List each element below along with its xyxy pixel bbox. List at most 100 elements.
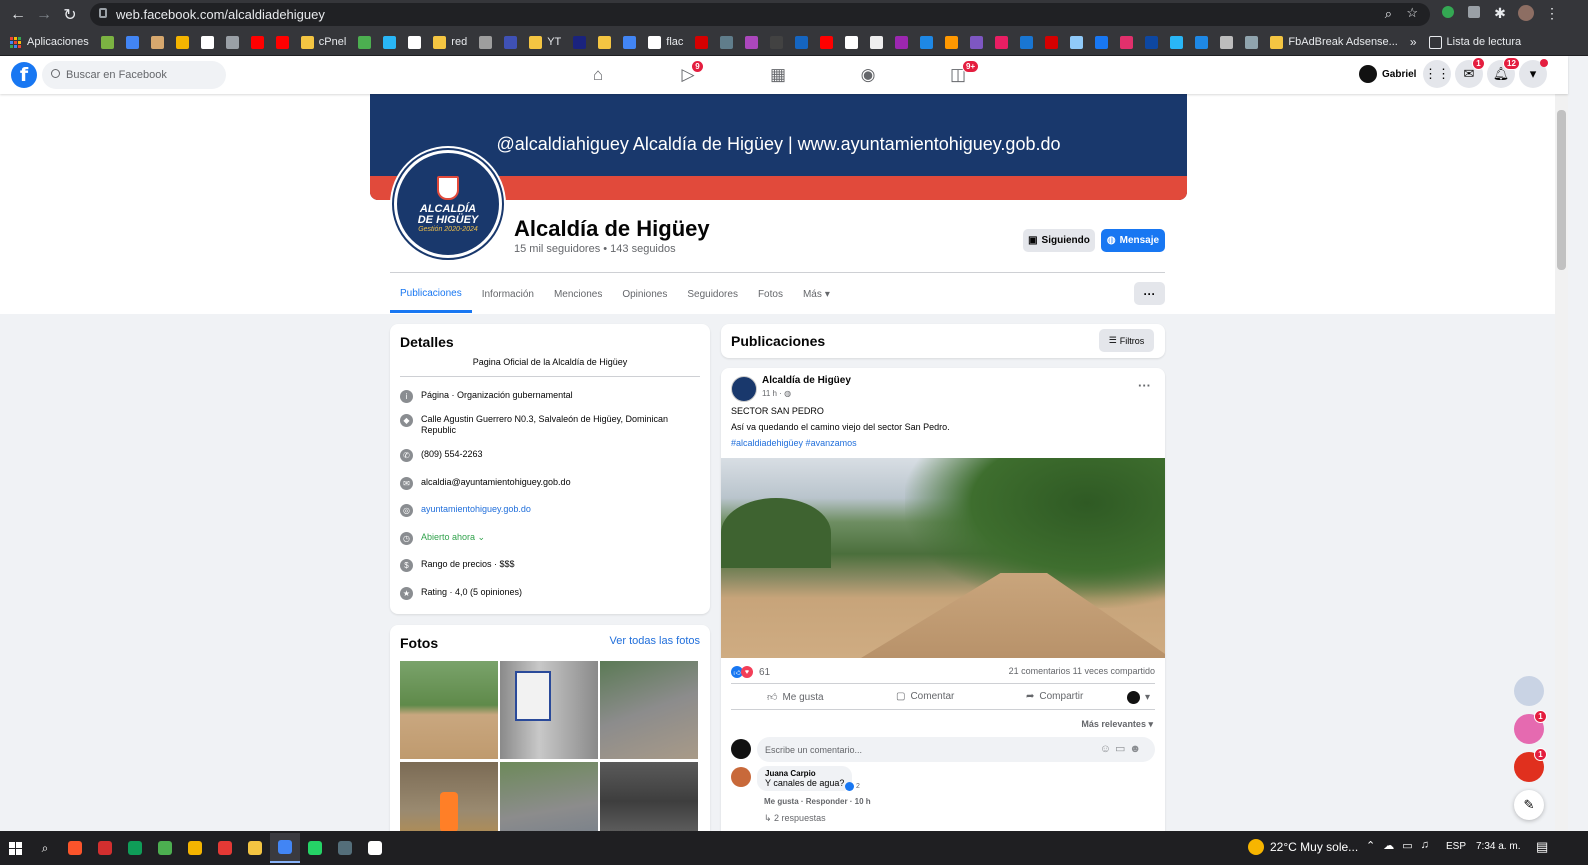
post-author[interactable]: Alcaldía de Higüey (762, 375, 851, 386)
bookmark-item[interactable] (150, 35, 164, 49)
bookmark-item[interactable] (598, 35, 612, 49)
view-replies-link[interactable]: ↳ 2 respuestas (764, 813, 826, 824)
windows-start-icon[interactable] (0, 833, 30, 863)
details-row[interactable]: ◷ Abierto ahora ⌄ (400, 532, 690, 545)
watch-nav-icon[interactable]: ▷ 9 (658, 60, 718, 90)
language-indicator[interactable]: ESP (1446, 841, 1466, 852)
bookmark-item[interactable] (1120, 35, 1134, 49)
post-options-icon[interactable]: ··· (1138, 378, 1151, 393)
chat-head-contact[interactable] (1514, 676, 1544, 706)
facebook-search-input[interactable]: Buscar en Facebook (42, 61, 226, 89)
message-button[interactable]: ◍ Mensaje (1101, 229, 1165, 252)
bookmark-item[interactable] (200, 35, 214, 49)
extension-code-icon[interactable] (1462, 5, 1486, 24)
app-icon[interactable] (150, 833, 180, 863)
marketplace-nav-icon[interactable]: ▦ (748, 60, 808, 90)
messenger-icon[interactable]: ✉ 1 (1455, 57, 1485, 88)
filters-button[interactable]: ☰ Filtros (1099, 329, 1154, 352)
tab-fotos[interactable]: Fotos (748, 276, 793, 313)
bookmark-item[interactable] (895, 35, 909, 49)
bookmark-item[interactable] (770, 35, 784, 49)
bookmark-item[interactable] (623, 35, 637, 49)
tab-seguidores[interactable]: Seguidores (677, 276, 748, 313)
system-tray[interactable]: ⌃ ☁ ▭ ♫ (1366, 839, 1429, 852)
more-options-button[interactable]: ··· (1134, 282, 1165, 305)
edge-icon[interactable] (120, 833, 150, 863)
bookmark-item[interactable] (1170, 35, 1184, 49)
chrome-icon[interactable] (270, 833, 300, 863)
file-explorer-icon[interactable] (240, 833, 270, 863)
bookmark-item[interactable] (1095, 35, 1109, 49)
post-hashtags[interactable]: #alcaldiadehigüey #avanzamos (731, 438, 857, 448)
comment-tools-icons[interactable]: ☺▭☻ (1100, 742, 1145, 755)
bookmark-item[interactable] (845, 35, 859, 49)
menu-grid-icon[interactable]: ⋮⋮ (1423, 60, 1451, 88)
tab-mas[interactable]: Más ▾ (793, 276, 840, 313)
bookmark-item[interactable] (870, 35, 884, 49)
bookmark-item[interactable] (1020, 35, 1034, 49)
new-message-icon[interactable]: ✎ (1514, 790, 1544, 820)
avatar[interactable] (731, 767, 751, 787)
comment-button[interactable]: ▢ Comentar (896, 691, 954, 702)
notifications-bell-icon[interactable]: 🔔︎ 12 (1487, 57, 1520, 88)
bookmark-item[interactable] (945, 35, 959, 49)
extensions-puzzle-icon[interactable]: ✱ (1488, 5, 1512, 24)
comment-actions[interactable]: Me gusta · Responder · 10 h (764, 797, 871, 806)
bookmark-item[interactable] (1070, 35, 1084, 49)
back-icon[interactable]: ← (5, 2, 31, 28)
page-avatar[interactable]: ALCALDÍA DE HIGÜEY Gestión 2020-2024 (392, 148, 504, 260)
bookmark-item[interactable] (1245, 35, 1259, 49)
reading-list[interactable]: Lista de lectura (1428, 35, 1521, 49)
app-icon[interactable] (330, 833, 360, 863)
chat-head-contact[interactable]: 1 (1514, 710, 1547, 744)
see-all-photos-link[interactable]: Ver todas las fotos (610, 635, 701, 647)
clock[interactable]: 7:34 a. m. (1476, 841, 1520, 852)
forward-icon[interactable]: → (31, 2, 57, 28)
photo-thumbnail[interactable] (500, 661, 598, 759)
bookmark-item[interactable] (175, 35, 189, 49)
bookmark-item[interactable] (358, 35, 372, 49)
post-as-selector[interactable]: ▾ (1127, 691, 1150, 704)
post-time[interactable]: 11 h · ◍ (762, 389, 791, 398)
chat-head-contact[interactable]: 1 (1514, 748, 1547, 782)
whatsapp-icon[interactable] (300, 833, 330, 863)
bookmark-item[interactable] (383, 35, 397, 49)
search-icon[interactable]: ⌕ (30, 833, 60, 863)
facebook-logo-icon[interactable]: f (11, 62, 37, 88)
share-button[interactable]: ➦ Compartir (1026, 691, 1083, 702)
bookmark-item[interactable] (820, 35, 834, 49)
post-photo[interactable] (721, 458, 1165, 658)
bookmark-item[interactable]: red (433, 35, 467, 49)
bookmark-item[interactable] (225, 35, 239, 49)
photo-thumbnail[interactable] (400, 661, 498, 759)
comments-shares-count[interactable]: 21 comentarios 11 veces compartido (1009, 666, 1155, 676)
tab-menciones[interactable]: Menciones (544, 276, 612, 313)
comment-sort[interactable]: Más relevantes ▾ (1081, 719, 1153, 730)
bookmark-item[interactable] (1220, 35, 1234, 49)
bookmark-item[interactable] (100, 35, 114, 49)
bookmark-item[interactable] (573, 35, 587, 49)
bookmarks-overflow-icon[interactable]: » (1410, 35, 1417, 49)
tab-opiniones[interactable]: Opiniones (612, 276, 677, 313)
photo-thumbnail[interactable] (600, 661, 698, 759)
bookmark-item[interactable] (1145, 35, 1159, 49)
bookmark-item[interactable] (745, 35, 759, 49)
media-icon[interactable] (210, 833, 240, 863)
brave-icon[interactable] (60, 833, 90, 863)
bookmark-apps[interactable]: Aplicaciones (10, 36, 89, 48)
comment-author[interactable]: Juana Carpio (765, 769, 844, 778)
app-icon[interactable] (90, 833, 120, 863)
comment-likes[interactable]: 2 (845, 782, 860, 791)
tab-publicaciones[interactable]: Publicaciones (390, 276, 472, 313)
like-button[interactable]: 👍︎ Me gusta (767, 691, 824, 704)
bookmark-item[interactable] (920, 35, 934, 49)
bookmark-item[interactable] (1045, 35, 1059, 49)
profile-shortcut[interactable]: Gabriel (1359, 65, 1416, 83)
tab-informacion[interactable]: Información (472, 276, 544, 313)
address-bar[interactable]: web.facebook.com/alcaldiadehiguey ⌕ ☆ (90, 3, 1430, 26)
post-author-avatar[interactable] (731, 376, 757, 402)
chrome-menu-icon[interactable]: ⋮ (1540, 5, 1564, 24)
bookmark-item[interactable] (795, 35, 809, 49)
bookmark-item[interactable] (250, 35, 264, 49)
bookmark-item[interactable]: YT (529, 35, 561, 49)
